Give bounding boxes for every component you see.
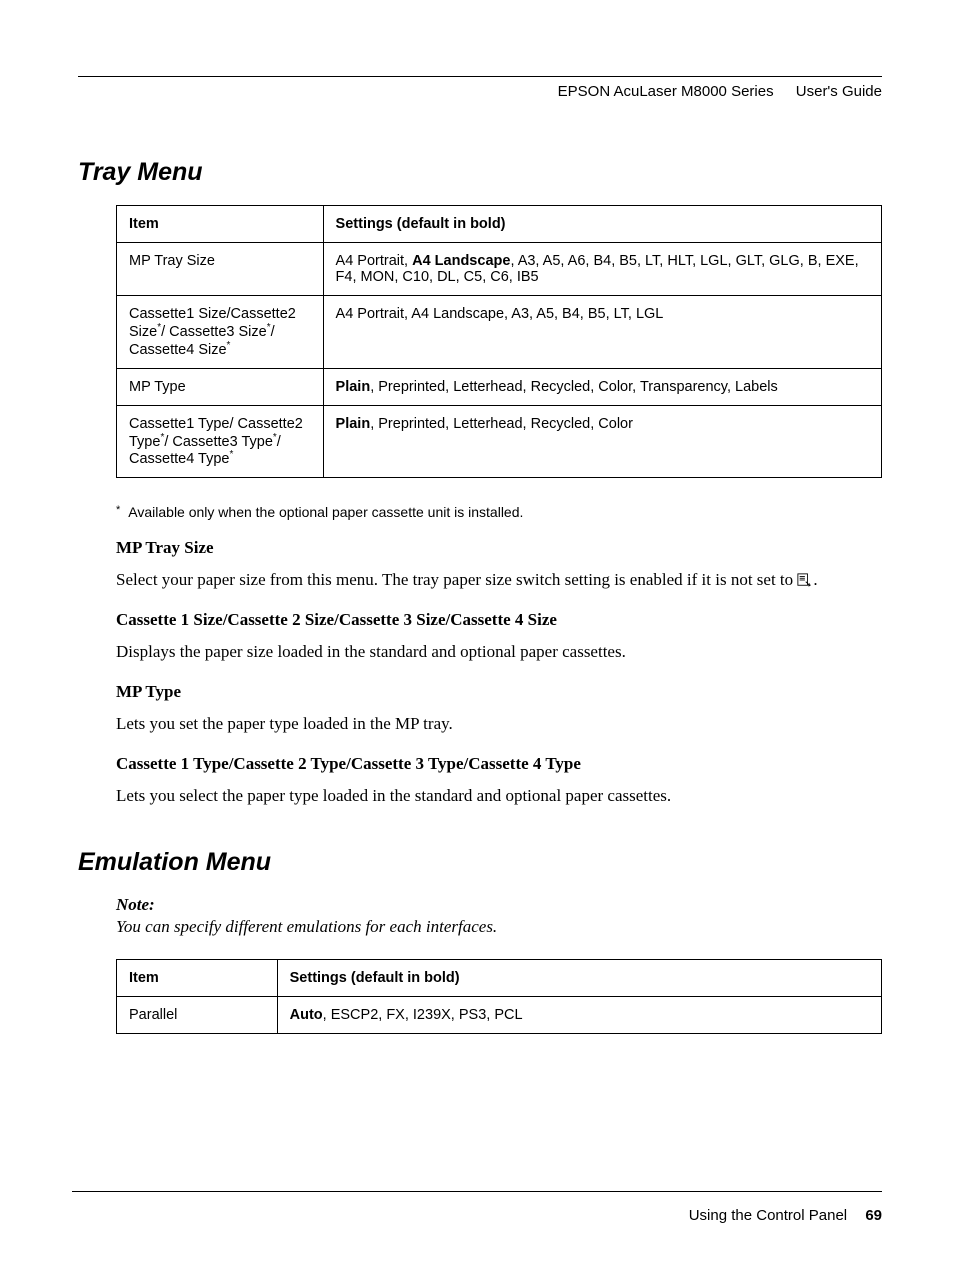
- emulation-menu-table: Item Settings (default in bold) Parallel…: [116, 959, 882, 1034]
- settings-cell: Plain, Preprinted, Letterhead, Recycled,…: [323, 368, 881, 405]
- note-body: You can specify different emulations for…: [116, 917, 882, 937]
- footnote-star: *: [116, 504, 120, 516]
- header-rule: [78, 76, 882, 77]
- footer-rule: [72, 1191, 882, 1192]
- cassette-type-heading: Cassette 1 Type/Cassette 2 Type/Cassette…: [116, 754, 882, 774]
- cassette-type-body: Lets you select the paper type loaded in…: [116, 784, 882, 808]
- running-footer: Using the Control Panel 69: [689, 1207, 882, 1224]
- note-label: Note:: [116, 895, 882, 915]
- item-cell: Cassette1 Type/ Cassette2 Type*/ Cassett…: [117, 405, 324, 478]
- settings-cell: Auto, ESCP2, FX, I239X, PS3, PCL: [277, 996, 881, 1033]
- settings-cell: Plain, Preprinted, Letterhead, Recycled,…: [323, 405, 881, 478]
- auto-detect-icon: [797, 570, 811, 584]
- mp-tray-size-heading: MP Tray Size: [116, 538, 882, 558]
- page-number: 69: [865, 1207, 882, 1224]
- col-item-header: Item: [117, 959, 278, 996]
- footnote-marker: *: [230, 449, 234, 460]
- mp-type-body: Lets you set the paper type loaded in th…: [116, 712, 882, 736]
- tray-menu-table: Item Settings (default in bold) MP Tray …: [116, 205, 882, 478]
- item-cell: Cassette1 Size/Cassette2 Size*/ Cassette…: [117, 296, 324, 369]
- mp-tray-size-body: Select your paper size from this menu. T…: [116, 568, 882, 592]
- table-row: Cassette1 Type/ Cassette2 Type*/ Cassett…: [117, 405, 882, 478]
- settings-cell: A4 Portrait, A4 Landscape, A3, A5, B4, B…: [323, 296, 881, 369]
- cassette-size-body: Displays the paper size loaded in the st…: [116, 640, 882, 664]
- header-guide: User's Guide: [796, 83, 882, 100]
- item-cell: MP Tray Size: [117, 243, 324, 296]
- table-header-row: Item Settings (default in bold): [117, 206, 882, 243]
- cassette-size-heading: Cassette 1 Size/Cassette 2 Size/Cassette…: [116, 610, 882, 630]
- emulation-menu-heading: Emulation Menu: [78, 848, 882, 877]
- col-item-header: Item: [117, 206, 324, 243]
- table-footnote: *Available only when the optional paper …: [116, 504, 882, 520]
- table-row: MP Type Plain, Preprinted, Letterhead, R…: [117, 368, 882, 405]
- col-settings-header: Settings (default in bold): [323, 206, 881, 243]
- item-cell: MP Type: [117, 368, 324, 405]
- running-header: EPSON AcuLaser M8000 Series User's Guide: [78, 83, 882, 100]
- settings-cell: A4 Portrait, A4 Landscape, A3, A5, A6, B…: [323, 243, 881, 296]
- item-cell: Parallel: [117, 996, 278, 1033]
- table-row: Cassette1 Size/Cassette2 Size*/ Cassette…: [117, 296, 882, 369]
- table-header-row: Item Settings (default in bold): [117, 959, 882, 996]
- tray-menu-heading: Tray Menu: [78, 158, 882, 187]
- footer-section: Using the Control Panel: [689, 1207, 847, 1224]
- footnote-marker: *: [227, 340, 231, 351]
- table-row: MP Tray Size A4 Portrait, A4 Landscape, …: [117, 243, 882, 296]
- table-row: Parallel Auto, ESCP2, FX, I239X, PS3, PC…: [117, 996, 882, 1033]
- col-settings-header: Settings (default in bold): [277, 959, 881, 996]
- mp-type-heading: MP Type: [116, 682, 882, 702]
- header-product: EPSON AcuLaser M8000 Series: [558, 83, 774, 100]
